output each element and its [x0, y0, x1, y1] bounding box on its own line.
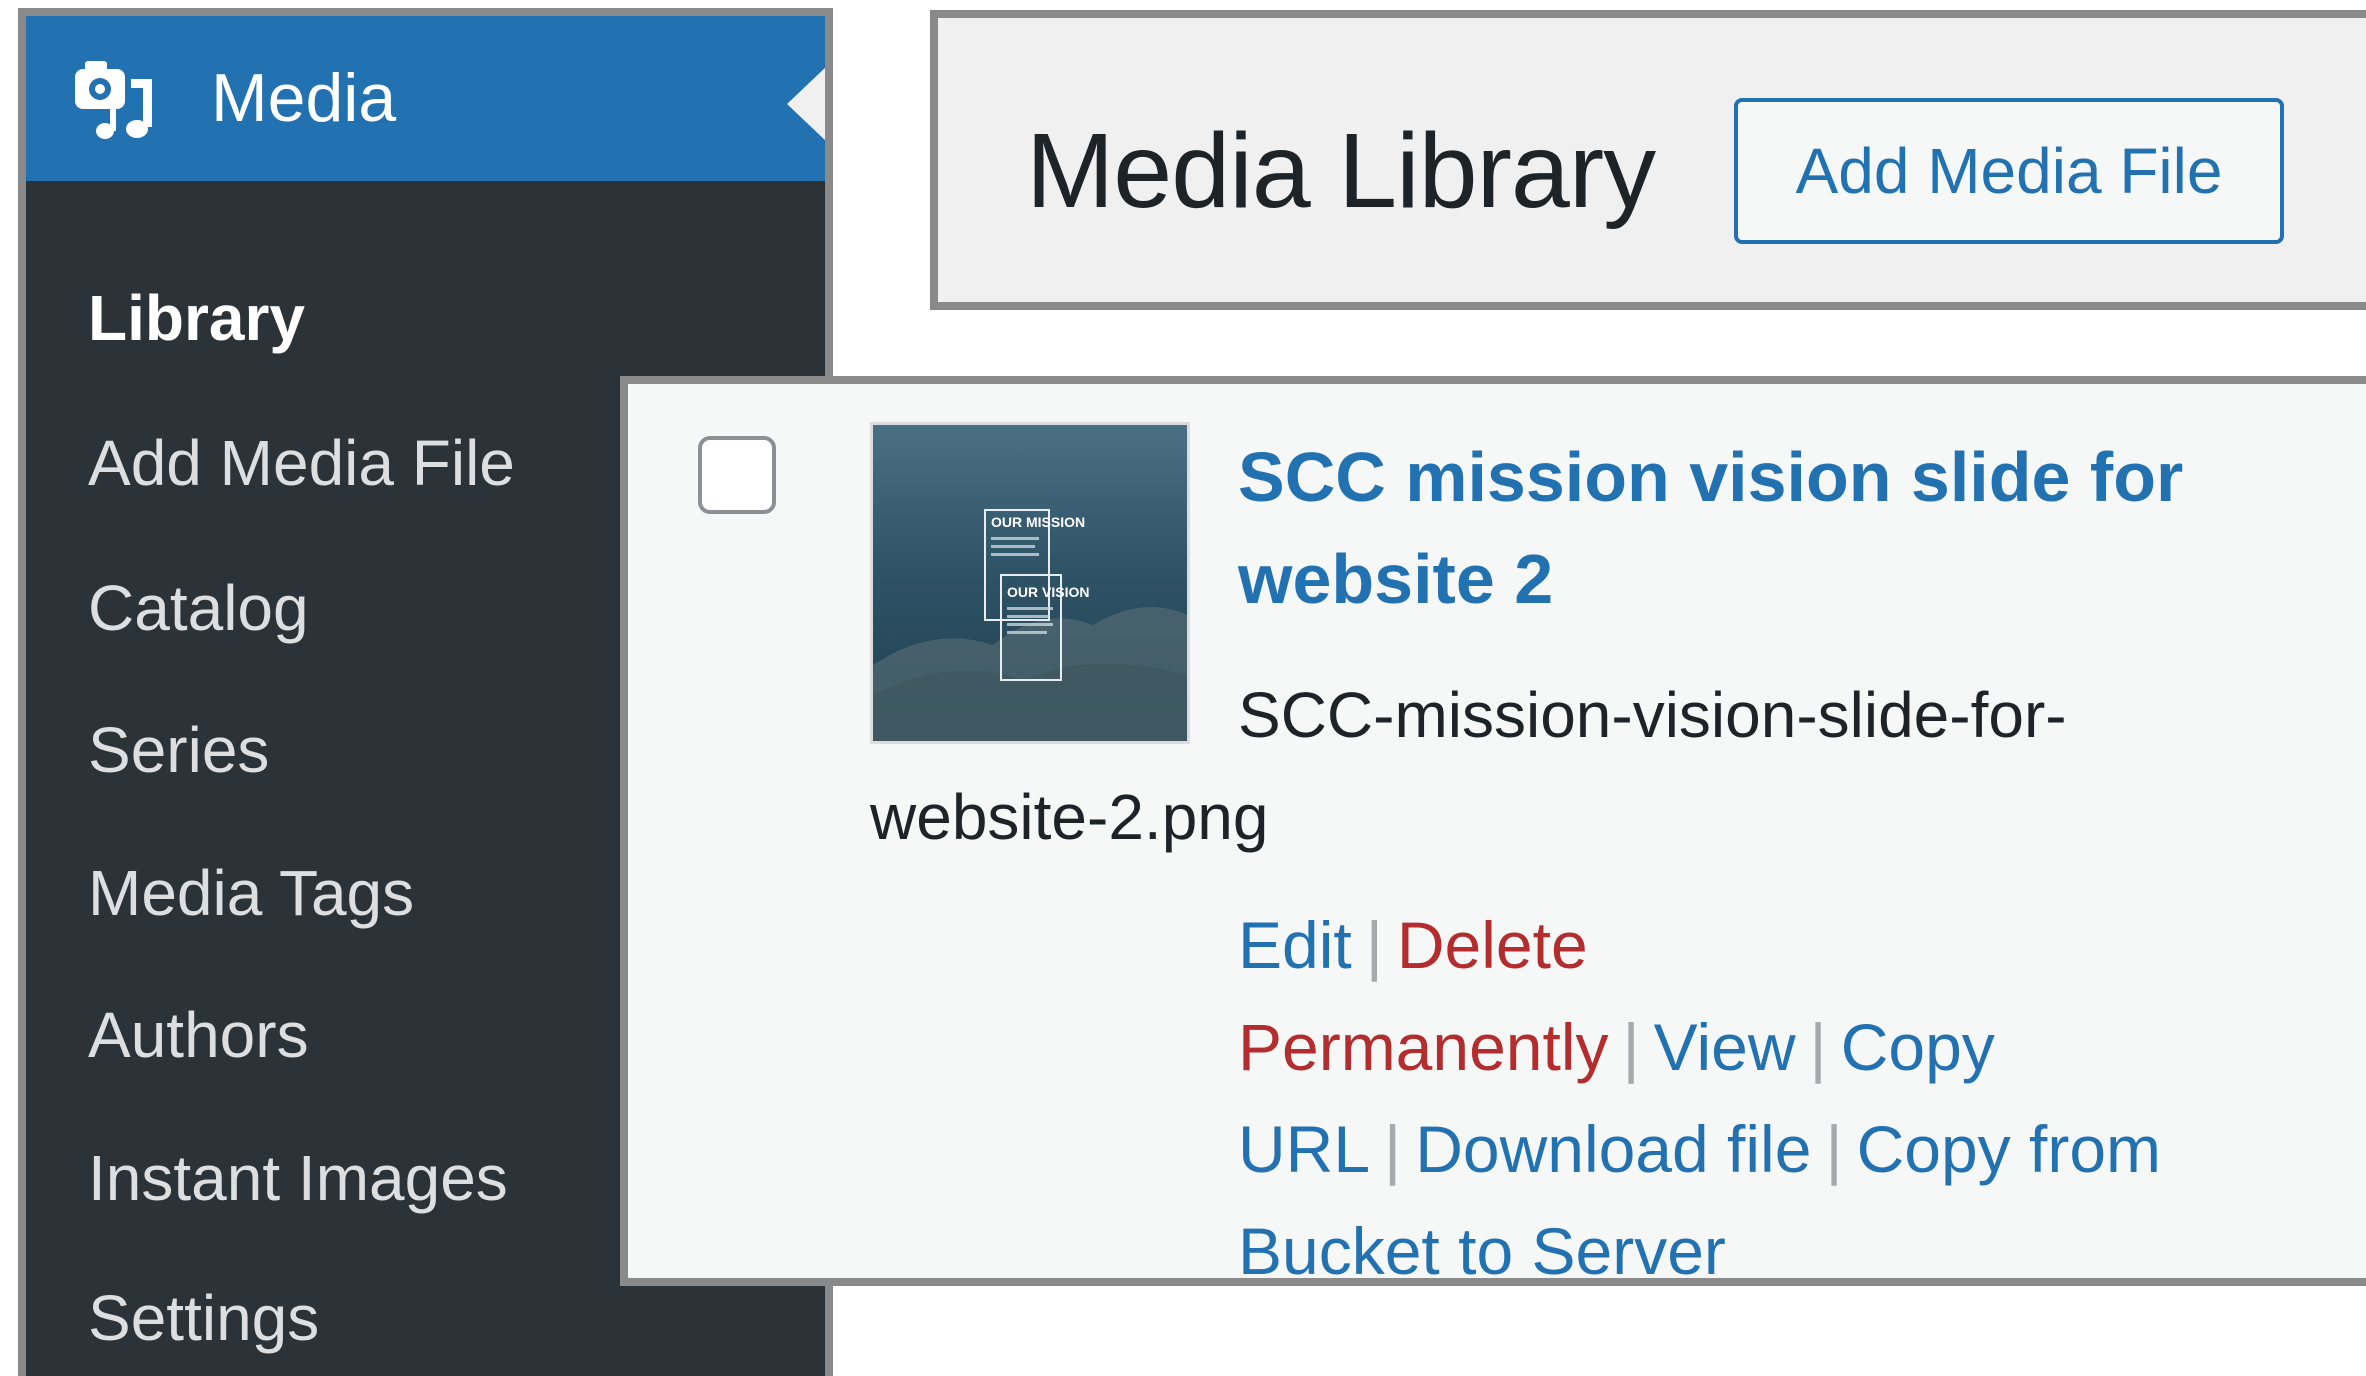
thumbnail-heading-mission: OUR MISSION: [991, 514, 1085, 530]
sidebar-media-header[interactable]: Media: [26, 16, 825, 181]
screenshot-stage: Media Library Add Media File Catalog Ser…: [0, 0, 2366, 1376]
action-separator: |: [1365, 908, 1383, 982]
submenu-item-add-media-file[interactable]: Add Media File: [88, 431, 515, 495]
submenu-item-authors[interactable]: Authors: [88, 1003, 309, 1067]
download-file-link[interactable]: Download file: [1415, 1112, 1811, 1186]
action-separator: |: [1622, 1010, 1640, 1084]
submenu-item-series[interactable]: Series: [88, 718, 269, 782]
row-select-checkbox[interactable]: [698, 436, 776, 514]
submenu-item-settings[interactable]: Settings: [88, 1286, 319, 1350]
row-actions: Edit | Delete Permanently | View | Copy URL | Do…: [1238, 894, 2298, 1302]
media-filename: SCC-mission-vision-slide-for-website-2.p…: [870, 679, 2067, 853]
action-separator: |: [1384, 1112, 1402, 1186]
media-item-title-link[interactable]: SCC mission vision slide for website 2: [1238, 426, 2238, 630]
page-header: Media Library Add Media File: [930, 10, 2366, 310]
view-link[interactable]: View: [1654, 1010, 1796, 1084]
action-separator: |: [1825, 1112, 1843, 1186]
edit-link[interactable]: Edit: [1238, 908, 1352, 982]
submenu-item-catalog[interactable]: Catalog: [88, 576, 309, 640]
media-list-row: OUR MISSION OUR VISION SCC mission visio…: [620, 376, 2366, 1288]
current-menu-pointer: [787, 66, 825, 142]
thumbnail-heading-vision: OUR VISION: [1007, 584, 1089, 600]
submenu-item-media-tags[interactable]: Media Tags: [88, 861, 414, 925]
action-separator: |: [1809, 1010, 1827, 1084]
submenu-item-instant-images[interactable]: Instant Images: [88, 1146, 508, 1210]
submenu-item-library[interactable]: Library: [88, 286, 305, 350]
sidebar-menu-title: Media: [211, 60, 397, 136]
add-media-file-button[interactable]: Add Media File: [1734, 98, 2284, 244]
media-icon: [75, 61, 152, 139]
page-title: Media Library: [1026, 112, 1656, 230]
